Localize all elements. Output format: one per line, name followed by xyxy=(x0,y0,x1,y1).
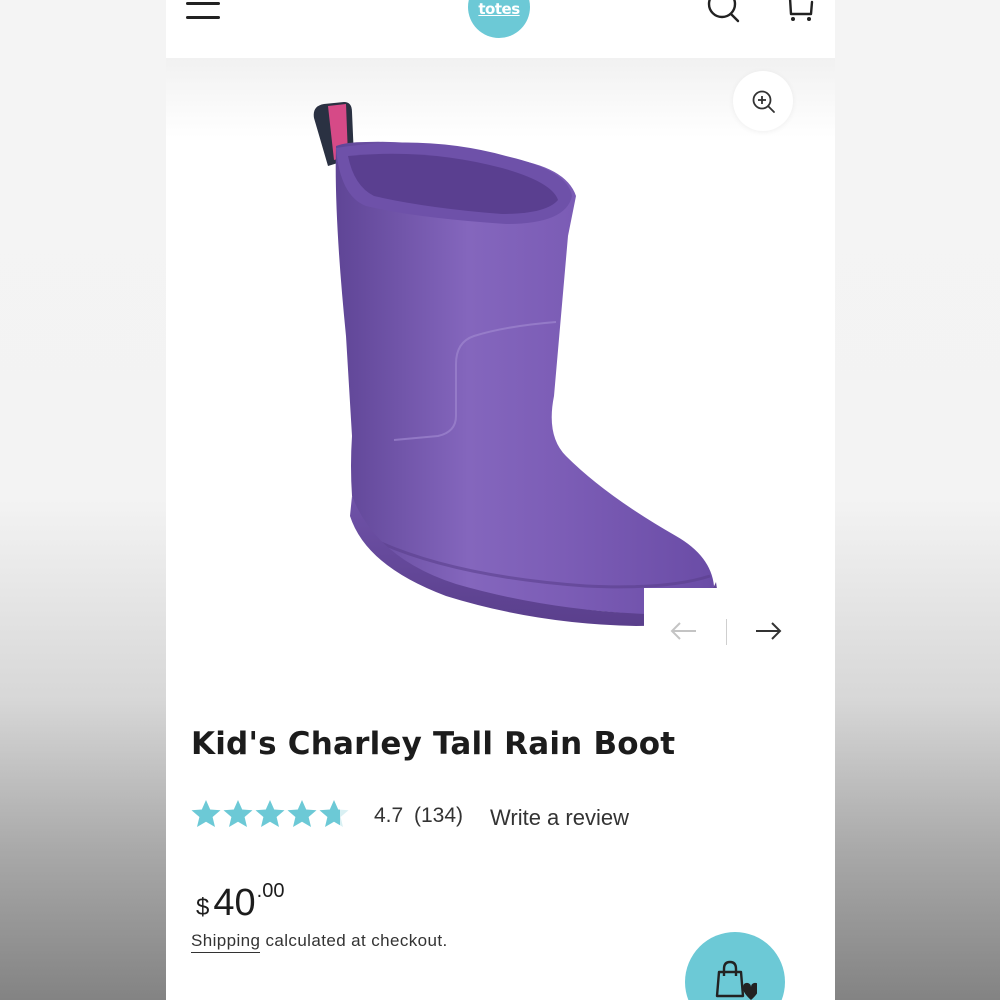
left-backdrop xyxy=(0,0,166,1000)
zoom-in-icon xyxy=(752,90,775,113)
logo-text: totes xyxy=(478,0,520,18)
star-icon xyxy=(319,800,349,827)
rating-value: 4.7 xyxy=(374,804,404,827)
star-icon xyxy=(287,800,317,827)
star-icon xyxy=(191,800,221,827)
arrow-left-icon xyxy=(670,622,696,640)
arrow-right-icon xyxy=(756,622,782,640)
shipping-note-text: calculated at checkout. xyxy=(260,931,448,950)
zoom-button[interactable] xyxy=(733,71,793,131)
price-cents: .00 xyxy=(256,880,285,902)
add-to-bag-button[interactable] xyxy=(685,932,785,1000)
price-main: 40 xyxy=(213,882,256,924)
shopping-bag-heart-icon xyxy=(715,960,757,1000)
search-icon[interactable] xyxy=(706,0,742,26)
arrow-divider xyxy=(726,619,727,645)
cart-icon[interactable] xyxy=(782,0,816,24)
next-image-button[interactable] xyxy=(750,616,786,646)
price-currency: $ xyxy=(196,894,210,921)
write-review-link[interactable]: Write a review xyxy=(490,805,629,831)
rating-count[interactable]: (134) xyxy=(414,804,463,828)
site-header: totes xyxy=(166,0,835,58)
product-page: totes Kid's Charley Tall Rain Boot 4.7 (… xyxy=(166,0,835,1000)
product-image-gallery[interactable] xyxy=(166,58,835,673)
shipping-note: Shipping calculated at checkout. xyxy=(191,931,448,953)
totes-logo[interactable]: totes xyxy=(468,0,530,38)
menu-icon[interactable] xyxy=(186,0,220,22)
right-backdrop xyxy=(835,0,1000,1000)
previous-image-button[interactable] xyxy=(666,616,702,646)
rating-stars[interactable] xyxy=(190,798,350,832)
star-icon xyxy=(255,800,285,827)
product-title: Kid's Charley Tall Rain Boot xyxy=(191,726,676,762)
shipping-link[interactable]: Shipping xyxy=(191,931,261,953)
star-icon xyxy=(223,800,253,827)
product-photo xyxy=(306,96,726,641)
product-price: $40.00 xyxy=(196,880,285,925)
